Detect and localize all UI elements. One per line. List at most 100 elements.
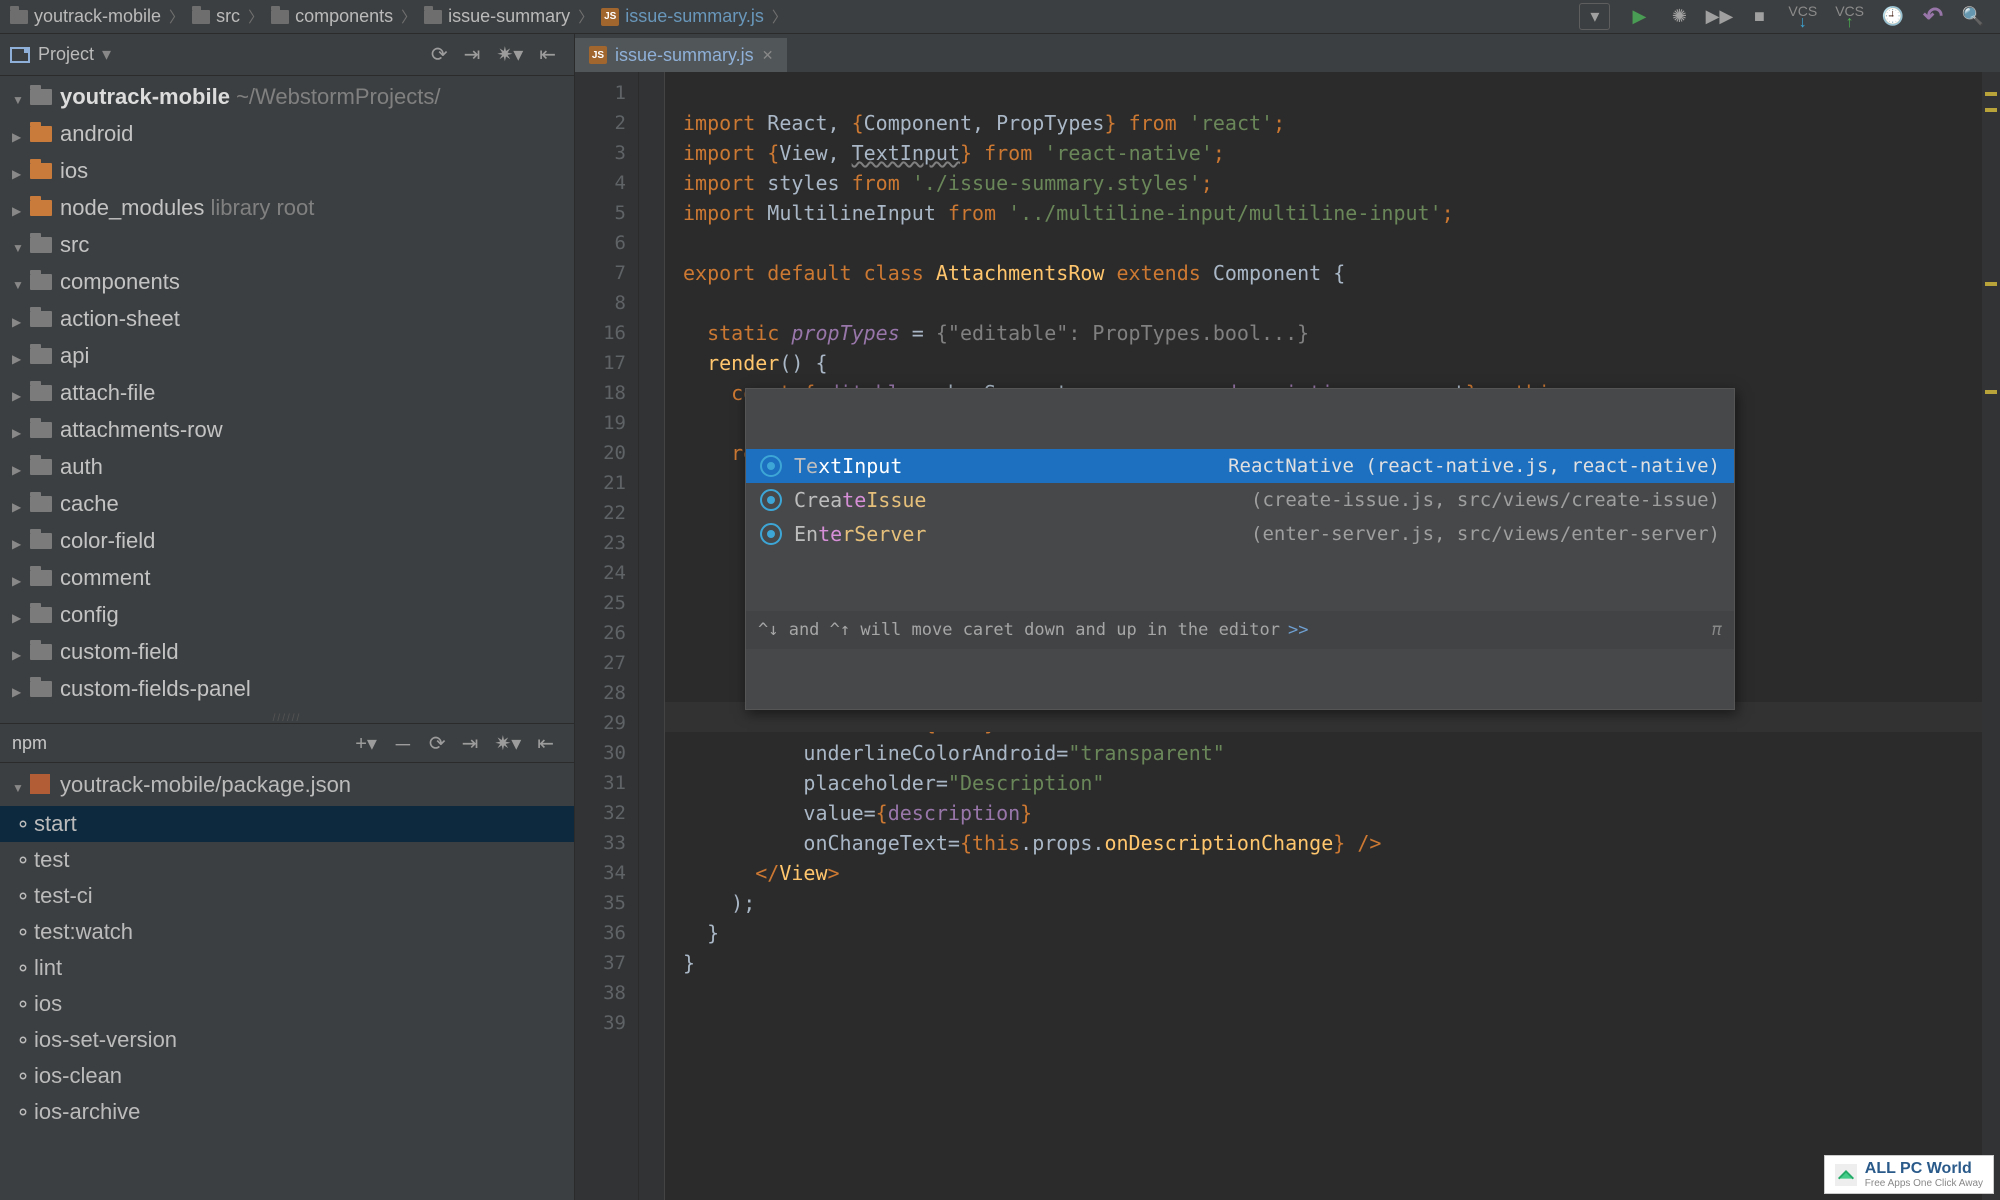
chevron-right-icon: 〉 [169,6,184,27]
hide-panel-button[interactable]: ⇤ [539,42,556,67]
suggestion-icon [760,455,782,477]
collapse-all-button[interactable]: ⇥ [464,42,481,67]
npm-script-ios[interactable]: ∘ios [0,986,574,1022]
breadcrumb: youtrack-mobile 〉 src 〉 components 〉 iss… [6,4,1579,29]
npm-settings-icon[interactable]: ✷▾ [494,731,521,756]
pi-icon: π [1712,615,1722,645]
folder-icon [30,607,52,623]
npm-script-test[interactable]: ∘test [0,842,574,878]
tree-attach-file[interactable]: attach-file [0,376,574,413]
tree-custom-fields-panel[interactable]: custom-fields-panel [0,672,574,709]
tree-attachments-row[interactable]: attachments-row [0,413,574,450]
fold-column[interactable] [639,72,665,1200]
npm-script-start[interactable]: ∘start [0,806,574,842]
chevron-right-icon: 〉 [401,6,416,27]
hint-more-link[interactable]: >> [1288,615,1308,645]
autocomplete-popup[interactable]: TextInputReactNative (react-native.js, r… [745,388,1735,710]
chevron-down-icon[interactable]: ▾ [102,44,111,65]
add-script-button[interactable]: +▾ [355,731,377,756]
tree-config[interactable]: config [0,598,574,635]
error-stripe[interactable] [1982,72,2000,1200]
npm-script-ios-set-version[interactable]: ∘ios-set-version [0,1022,574,1058]
tab-issue-summary[interactable]: JS issue-summary.js ✕ [575,38,787,72]
run-button[interactable]: ▶ [1628,6,1650,28]
suggestion-icon [760,523,782,545]
npm-script-test:watch[interactable]: ∘test:watch [0,914,574,950]
editor-area: JS issue-summary.js ✕ 123456781617181920… [575,34,2000,1200]
run-coverage-button[interactable]: ▶▶ [1708,6,1730,28]
tree-root[interactable]: youtrack-mobile ~/WebstormProjects/ [0,80,574,117]
tree-ios[interactable]: ios [0,154,574,191]
vcs-commit-button[interactable]: VCS↑ [1835,5,1864,29]
line-number-gutter[interactable]: 1234567816171819202122232425262728293031… [575,72,639,1200]
package-json-icon [30,774,50,794]
tree-node-modules[interactable]: node_modules library root [0,191,574,228]
remove-script-button[interactable]: － [393,729,413,758]
npm-root[interactable]: youtrack-mobile/package.json [0,767,574,806]
project-icon [10,47,30,63]
chevron-right-icon: 〉 [772,6,787,27]
folder-icon [30,644,52,660]
autocomplete-item[interactable]: EnterServer(enter-server.js, src/views/e… [746,517,1734,551]
tree-custom-field[interactable]: custom-field [0,635,574,672]
chevron-right-icon: 〉 [248,6,263,27]
tree-components[interactable]: components [0,265,574,302]
tree-action-sheet[interactable]: action-sheet [0,302,574,339]
tree-auth[interactable]: auth [0,450,574,487]
folder-icon [10,10,28,24]
run-config-dropdown[interactable]: ▾ [1579,3,1610,30]
autocomplete-item[interactable]: CreateIssue(create-issue.js, src/views/c… [746,483,1734,517]
collapse-button[interactable]: ⇥ [462,731,479,756]
folder-icon [30,126,52,142]
folder-icon [30,570,52,586]
refresh-button[interactable]: ⟳ [429,731,446,756]
project-tree[interactable]: youtrack-mobile ~/WebstormProjects/ andr… [0,76,574,713]
folder-icon [30,533,52,549]
crumb-src[interactable]: src [188,4,244,29]
undo-button[interactable]: ↶ [1922,6,1944,28]
chevron-right-icon: 〉 [578,6,593,27]
editor-tabs: JS issue-summary.js ✕ [575,34,2000,72]
js-file-icon: JS [589,46,607,64]
navigation-bar: youtrack-mobile 〉 src 〉 components 〉 iss… [0,0,2000,34]
stop-button[interactable]: ■ [1748,6,1770,28]
resize-handle[interactable]: ////// [0,713,574,723]
tree-color-field[interactable]: color-field [0,524,574,561]
tree-android[interactable]: android [0,117,574,154]
search-everywhere-button[interactable]: 🔍 [1962,6,1984,28]
npm-script-ios-clean[interactable]: ∘ios-clean [0,1058,574,1094]
project-tool-title: Project [38,44,94,65]
npm-tool-title: npm [12,733,47,754]
scroll-to-source-button[interactable]: ⟳ [431,42,448,67]
watermark: ALL PC World Free Apps One Click Away [1824,1155,1994,1194]
tree-src[interactable]: src [0,228,574,265]
tree-cache[interactable]: cache [0,487,574,524]
npm-script-ios-archive[interactable]: ∘ios-archive [0,1094,574,1130]
tree-comment[interactable]: comment [0,561,574,598]
suggestion-icon [760,489,782,511]
crumb-file[interactable]: JSissue-summary.js [597,4,768,29]
folder-icon [30,163,52,179]
close-tab-icon[interactable]: ✕ [762,47,774,64]
debug-button[interactable]: ✺ [1668,6,1690,28]
folder-icon [30,311,52,327]
npm-script-lint[interactable]: ∘lint [0,950,574,986]
npm-tool-header: npm +▾ － ⟳ ⇥ ✷▾ ⇤ [0,723,574,763]
vcs-update-button[interactable]: VCS↓ [1788,5,1817,29]
hide-npm-button[interactable]: ⇤ [537,731,554,756]
crumb-project[interactable]: youtrack-mobile [6,4,165,29]
autocomplete-item[interactable]: TextInputReactNative (react-native.js, r… [746,449,1734,483]
tree-api[interactable]: api [0,339,574,376]
folder-icon [30,681,52,697]
watermark-logo-icon [1835,1164,1857,1186]
folder-icon [30,348,52,364]
history-button[interactable]: 🕘 [1882,6,1904,28]
crumb-components[interactable]: components [267,4,397,29]
crumb-issue-summary[interactable]: issue-summary [420,4,574,29]
settings-gear-icon[interactable]: ✷▾ [496,42,523,67]
npm-tree[interactable]: youtrack-mobile/package.json ∘start∘test… [0,763,574,1200]
folder-icon [30,200,52,216]
code-editor[interactable]: import React, {Component, PropTypes} fro… [665,72,1982,1200]
npm-script-test-ci[interactable]: ∘test-ci [0,878,574,914]
folder-icon [30,89,52,105]
